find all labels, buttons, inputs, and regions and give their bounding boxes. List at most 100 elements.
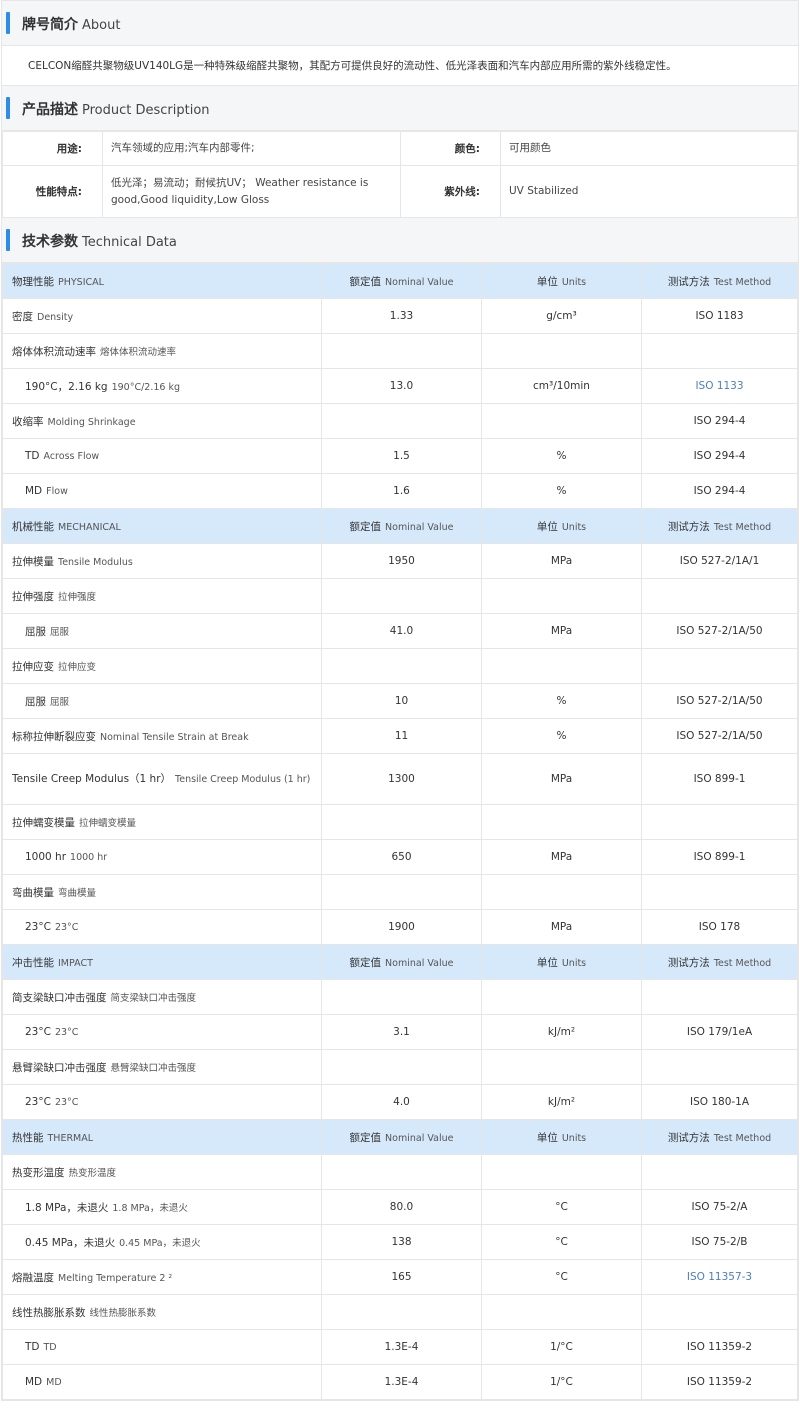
nominal-header-en: Nominal Value [385, 521, 454, 533]
nominal-header-cn: 额定值 [349, 1131, 382, 1144]
nominal-value: 1.33 [321, 298, 482, 334]
table-row: 0.45 MPa，未退火 0.45 MPa，未退火 138 °C ISO 75-2/B [2, 1224, 798, 1260]
property-name: TD Across Flow [2, 438, 322, 474]
nominal-value: 1.3E-4 [321, 1329, 482, 1365]
product-description-table: 用途: 汽车领域的应用;汽车内部零件; 颜色: 可用颜色 性能特点: 低光泽；易… [2, 131, 798, 218]
units-header-cn: 单位 [536, 275, 558, 288]
table-row: 悬臂梁缺口冲击强度 悬臂梁缺口冲击强度 [2, 1049, 798, 1085]
property-name-cn: 弯曲模量 [12, 886, 54, 899]
units-header-cn: 单位 [536, 956, 558, 969]
property-name-en: 屈服 [50, 696, 70, 708]
category-name: 冲击性能 IMPACT [2, 944, 322, 980]
property-name-en: Flow [46, 486, 68, 497]
test-method: ISO 294-4 [641, 438, 798, 474]
units-header: 单位 Units [481, 944, 642, 980]
property-name: 熔体体积流动速率 熔体体积流动速率 [2, 333, 322, 369]
nominal-header-en: Nominal Value [385, 1132, 454, 1144]
table-row: 23°C 23°C 3.1 kJ/m² ISO 179/1eA [2, 1014, 798, 1050]
property-name-en: Across Flow [43, 451, 100, 462]
property-name: MD MD [2, 1364, 322, 1400]
property-name: 收缩率 Molding Shrinkage [2, 403, 322, 439]
property-name-en: Tensile Creep Modulus (1 hr) [175, 773, 311, 785]
category-name-cn: 热性能 [12, 1131, 44, 1144]
unit: MPa [481, 613, 642, 649]
product-title: 产品描述 Product Description [22, 99, 210, 119]
desc-row: 用途: 汽车领域的应用;汽车内部零件; 颜色: 可用颜色 [2, 131, 798, 166]
test-method: ISO 294-4 [641, 473, 798, 509]
table-row: 弯曲模量 弯曲模量 [2, 874, 798, 910]
property-name-en: 23°C [54, 922, 79, 933]
method-header-cn: 测试方法 [667, 275, 710, 288]
unit: kJ/m² [481, 1014, 642, 1050]
color-label: 颜色: [400, 131, 501, 166]
unit [481, 648, 642, 684]
unit: % [481, 438, 642, 474]
property-name-cn: 1.8 MPa，未退火 [25, 1201, 109, 1214]
property-name-cn: 190°C，2.16 kg [25, 380, 108, 393]
property-name-cn: 0.45 MPa，未退火 [25, 1236, 116, 1249]
table-row: 熔体体积流动速率 熔体体积流动速率 [2, 333, 798, 369]
property-name-en: Nominal Tensile Strain at Break [100, 731, 249, 743]
table-row: 热变形温度 热变形温度 [2, 1154, 798, 1190]
property-name-en: Melting Temperature 2 ² [58, 1272, 173, 1284]
tech-title-en: Technical Data [82, 235, 177, 250]
table-row: 23°C 23°C 1900 MPa ISO 178 [2, 909, 798, 945]
property-name: 190°C，2.16 kg 190°C/2.16 kg [2, 368, 322, 404]
test-method: ISO 899-1 [641, 839, 798, 875]
property-name-cn: 屈服 [25, 625, 46, 638]
property-name-en: Molding Shrinkage [47, 416, 136, 428]
property-name-en: 23°C [54, 1027, 79, 1038]
property-name: 0.45 MPa，未退火 0.45 MPa，未退火 [2, 1224, 322, 1260]
test-method: ISO 527-2/1A/50 [641, 683, 798, 719]
unit: 1/°C [481, 1364, 642, 1400]
nominal-header-cn: 额定值 [349, 956, 382, 969]
property-name-cn: 1000 hr [25, 851, 67, 863]
property-name: 屈服 屈服 [2, 683, 322, 719]
technical-data-table: 物理性能 PHYSICAL 额定值 Nominal Value 单位 Units 测试方法 T… [2, 263, 798, 1400]
method-header-en: Test Method [713, 957, 772, 969]
test-method-link[interactable]: ISO 1133 [695, 380, 743, 392]
table-row: 拉伸应变 拉伸应变 [2, 648, 798, 684]
unit [481, 333, 642, 369]
nominal-value-header: 额定值 Nominal Value [321, 508, 482, 544]
nominal-value: 1.6 [321, 473, 482, 509]
unit: kJ/m² [481, 1084, 642, 1120]
nominal-value [321, 578, 482, 614]
test-method [641, 1049, 798, 1085]
test-method [641, 333, 798, 369]
property-name-cn: 收缩率 [12, 415, 44, 428]
test-method [641, 1154, 798, 1190]
property-name-en: Tensile Modulus [58, 556, 133, 568]
table-row: Tensile Creep Modulus（1 hr） Tensile Creep… [2, 753, 798, 805]
unit [481, 1294, 642, 1330]
nominal-header-en: Nominal Value [385, 957, 454, 969]
nominal-value [321, 874, 482, 910]
nominal-value [321, 979, 482, 1015]
nominal-value-header: 额定值 Nominal Value [321, 263, 482, 299]
property-name-cn: 简支梁缺口冲击强度 [12, 991, 107, 1004]
category-header-row: 机械性能 MECHANICAL 额定值 Nominal Value 单位 Units 测试方… [2, 508, 798, 544]
unit: MPa [481, 839, 642, 875]
about-title-cn: 牌号简介 [22, 17, 78, 33]
property-name-en: 1000 hr [70, 852, 108, 863]
unit [481, 874, 642, 910]
property-name-cn: 屈服 [25, 695, 46, 708]
property-name: 线性热膨胀系数 线性热膨胀系数 [2, 1294, 322, 1330]
property-name-cn: 拉伸模量 [12, 555, 54, 568]
category-name-cn: 机械性能 [12, 520, 54, 533]
property-name-en: 弯曲模量 [58, 887, 97, 899]
nominal-value: 80.0 [321, 1189, 482, 1225]
test-method-link[interactable]: ISO 11357-3 [687, 1271, 752, 1283]
product-title-en: Product Description [82, 103, 210, 118]
property-name: MD Flow [2, 473, 322, 509]
category-name-cn: 物理性能 [12, 275, 54, 288]
nominal-value: 1950 [321, 543, 482, 579]
test-method [641, 874, 798, 910]
test-method: ISO 527-2/1A/50 [641, 718, 798, 754]
category-name: 物理性能 PHYSICAL [2, 263, 322, 299]
table-row: 密度 Density 1.33 g/cm³ ISO 1183 [2, 298, 798, 334]
units-header: 单位 Units [481, 1119, 642, 1155]
units-header: 单位 Units [481, 263, 642, 299]
datasheet: 牌号简介 About CELCON缩醛共聚物级UV140LG是一种特殊级缩醛共聚物… [1, 0, 799, 1401]
test-method: ISO 1133 [641, 368, 798, 404]
